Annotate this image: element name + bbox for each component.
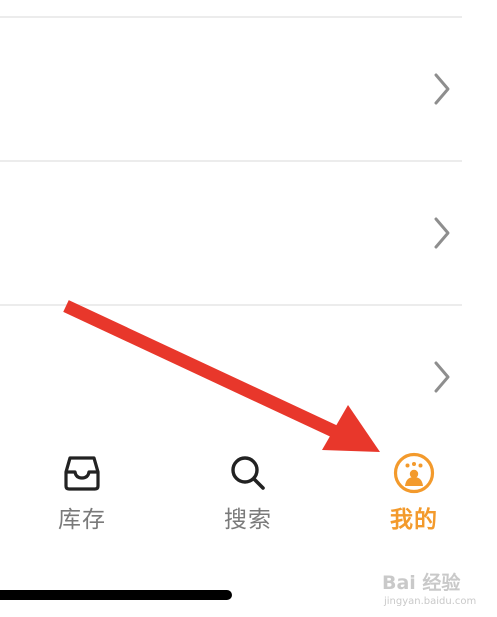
watermark-url: jingyan.baidu.com xyxy=(384,596,477,607)
app-screen: 库存 搜索 我的 Bai 经验 jingyan.baidu.com xyxy=(0,0,497,617)
search-icon xyxy=(231,456,265,490)
bottom-tab-bar: 库存 搜索 我的 xyxy=(0,440,497,550)
chevron-right-icon xyxy=(434,217,450,249)
tab-mine[interactable]: 我的 xyxy=(354,440,474,540)
list-item[interactable] xyxy=(0,17,462,161)
tab-inventory[interactable]: 库存 xyxy=(22,440,142,540)
chevron-right-icon xyxy=(434,361,450,393)
tab-search[interactable]: 搜索 xyxy=(188,440,308,540)
inbox-tray-icon xyxy=(64,456,100,491)
list-item[interactable] xyxy=(0,161,462,305)
baidu-watermark-logo: Bai 经验 jingyan.baidu.com xyxy=(372,562,494,614)
tab-label: 我的 xyxy=(390,507,438,533)
tab-label: 搜索 xyxy=(224,507,272,533)
tab-label: 库存 xyxy=(58,507,106,533)
user-avatar-icon xyxy=(393,452,435,494)
chevron-right-icon xyxy=(434,73,450,105)
home-indicator[interactable] xyxy=(0,590,232,600)
list-item[interactable] xyxy=(0,305,462,449)
watermark-logo-text: Bai 经验 xyxy=(382,572,461,594)
